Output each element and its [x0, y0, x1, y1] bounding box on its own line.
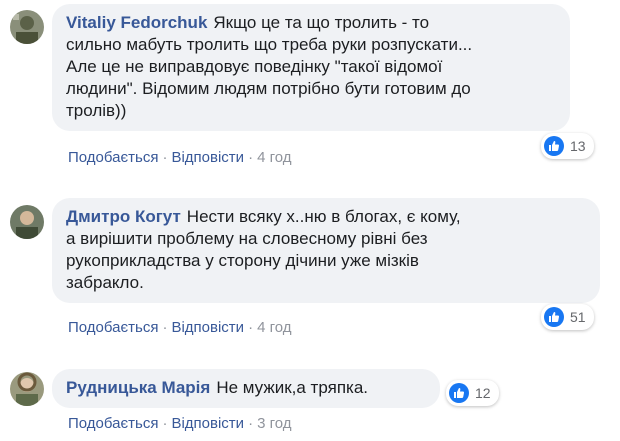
- reaction-count: 51: [570, 309, 586, 325]
- separator: ·: [248, 149, 254, 166]
- comment-bubble: Рудницька Марія Не мужик,а тряпка.: [52, 369, 440, 408]
- comment-text: Не мужик,а тряпка.: [216, 378, 369, 397]
- separator: ·: [248, 415, 254, 432]
- avatar[interactable]: [10, 372, 44, 406]
- separator: ·: [162, 149, 168, 166]
- reply-link[interactable]: Відповісти: [171, 149, 244, 166]
- thumbs-up-icon: [544, 136, 564, 156]
- like-link[interactable]: Подобається: [68, 149, 158, 166]
- comment-bubble: Дмитро Когут Нести всяку х..ню в блогах, …: [52, 198, 600, 303]
- reaction-count-badge[interactable]: 13: [541, 133, 594, 159]
- comment-actions: Подобається · Відповісти · 3 год: [68, 415, 291, 432]
- timestamp[interactable]: 3 год: [257, 415, 291, 432]
- timestamp[interactable]: 4 год: [257, 149, 291, 166]
- reply-link[interactable]: Відповісти: [171, 319, 244, 336]
- reaction-count: 13: [570, 138, 586, 154]
- timestamp[interactable]: 4 год: [257, 319, 291, 336]
- comment-bubble: Vitaliy Fedorchuk Якщо це та що тролить -…: [52, 4, 570, 131]
- author-name[interactable]: Дмитро Когут: [66, 207, 181, 226]
- comment-actions: Подобається · Відповісти · 4 год: [68, 149, 291, 166]
- reply-link[interactable]: Відповісти: [171, 415, 244, 432]
- comment-actions: Подобається · Відповісти · 4 год: [68, 319, 291, 336]
- avatar[interactable]: [10, 205, 44, 239]
- thumbs-up-icon: [449, 383, 469, 403]
- like-link[interactable]: Подобається: [68, 319, 158, 336]
- thumbs-up-icon: [544, 307, 564, 327]
- author-name[interactable]: Рудницька Марія: [66, 378, 210, 397]
- avatar[interactable]: [10, 10, 44, 44]
- reaction-count: 12: [475, 385, 491, 401]
- author-name[interactable]: Vitaliy Fedorchuk: [66, 13, 207, 32]
- separator: ·: [248, 319, 254, 336]
- reaction-count-badge[interactable]: 51: [541, 304, 594, 330]
- like-link[interactable]: Подобається: [68, 415, 158, 432]
- separator: ·: [162, 415, 168, 432]
- separator: ·: [162, 319, 168, 336]
- reaction-count-badge[interactable]: 12: [446, 380, 499, 406]
